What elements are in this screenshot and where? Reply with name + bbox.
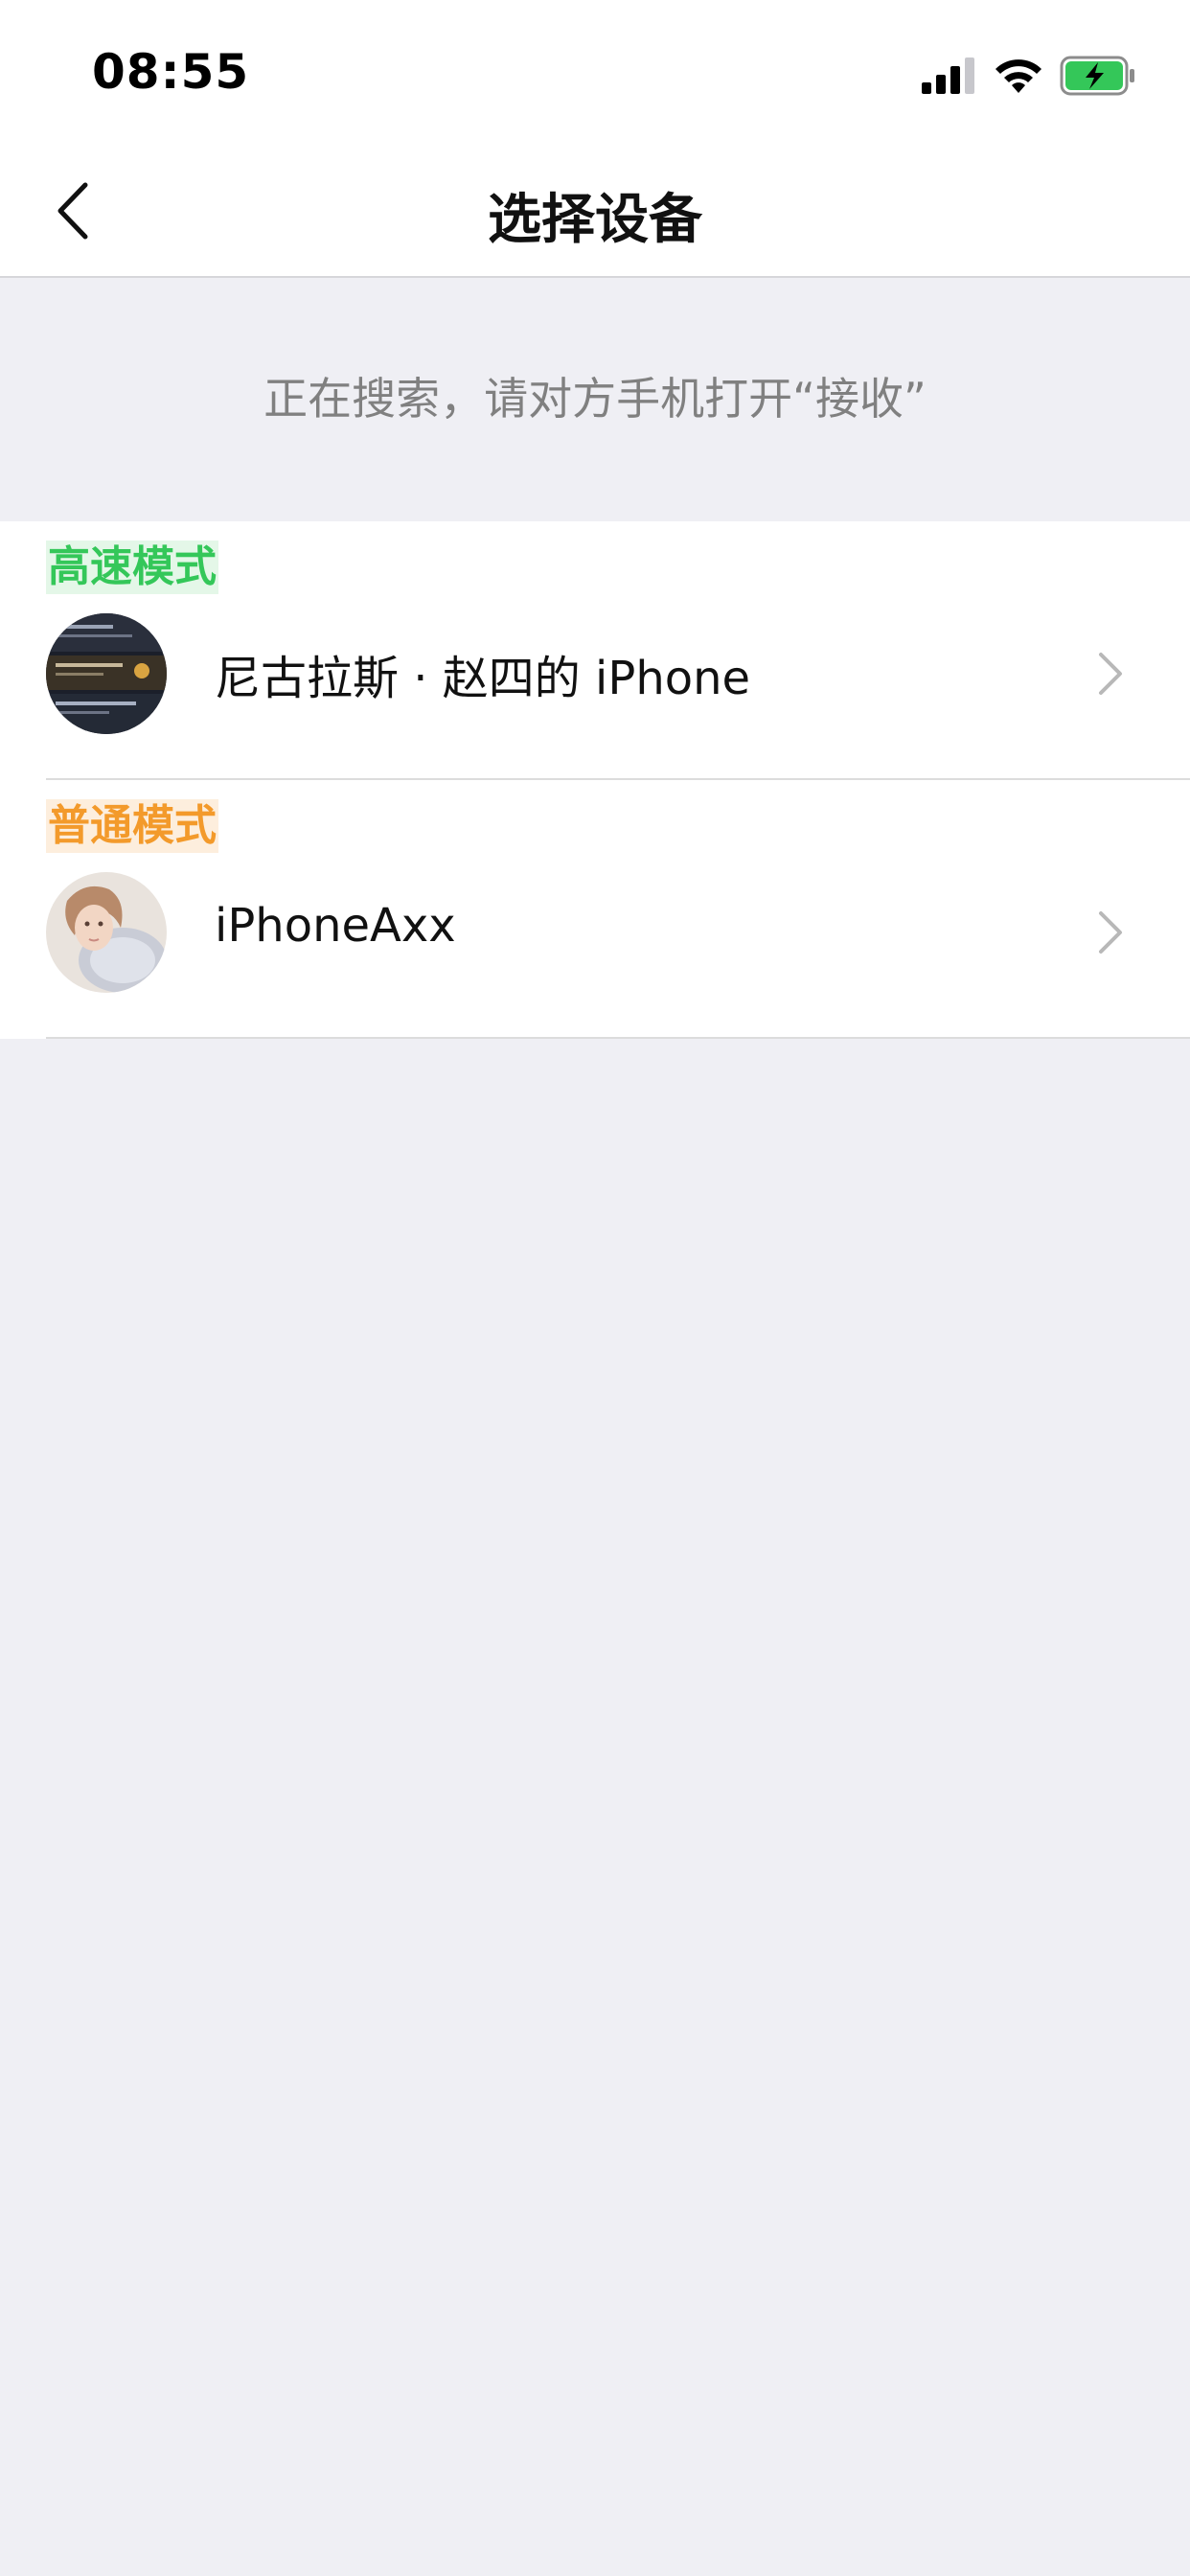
device-avatar	[46, 872, 167, 993]
page-title: 选择设备	[488, 189, 702, 251]
device-name: 尼古拉斯 · 赵四的 iPhone	[215, 652, 751, 705]
wifi-icon	[995, 59, 1041, 93]
person-photo-avatar	[46, 872, 167, 993]
status-bar: 08:55	[0, 0, 1190, 144]
mode-badge-normal: 普通模式	[46, 799, 218, 853]
device-name: iPhoneAxx	[215, 899, 456, 953]
chevron-right-icon	[1099, 653, 1122, 695]
chevron-right-icon	[1099, 911, 1122, 954]
search-hint: 正在搜索，请对方手机打开“接收”	[263, 373, 927, 425]
device-item-high-speed[interactable]: 高速模式 尼古拉斯 · 赵四的 iPhone	[0, 521, 1190, 780]
cellular-signal-icon	[922, 58, 974, 94]
device-list: 高速模式 尼古拉斯 · 赵四的 iPhone 普通模式 iPhoneAxx	[0, 521, 1190, 1039]
divider	[46, 1037, 1190, 1039]
dark-screenshot-avatar	[46, 613, 167, 734]
status-icons	[922, 54, 1136, 98]
status-time: 08:55	[92, 44, 250, 100]
battery-charging-icon	[1060, 56, 1134, 96]
nav-bar: 选择设备	[0, 144, 1190, 278]
device-avatar	[46, 613, 167, 734]
device-item-normal[interactable]: 普通模式 iPhoneAxx	[0, 780, 1190, 1039]
mode-badge-high-speed: 高速模式	[46, 540, 218, 594]
